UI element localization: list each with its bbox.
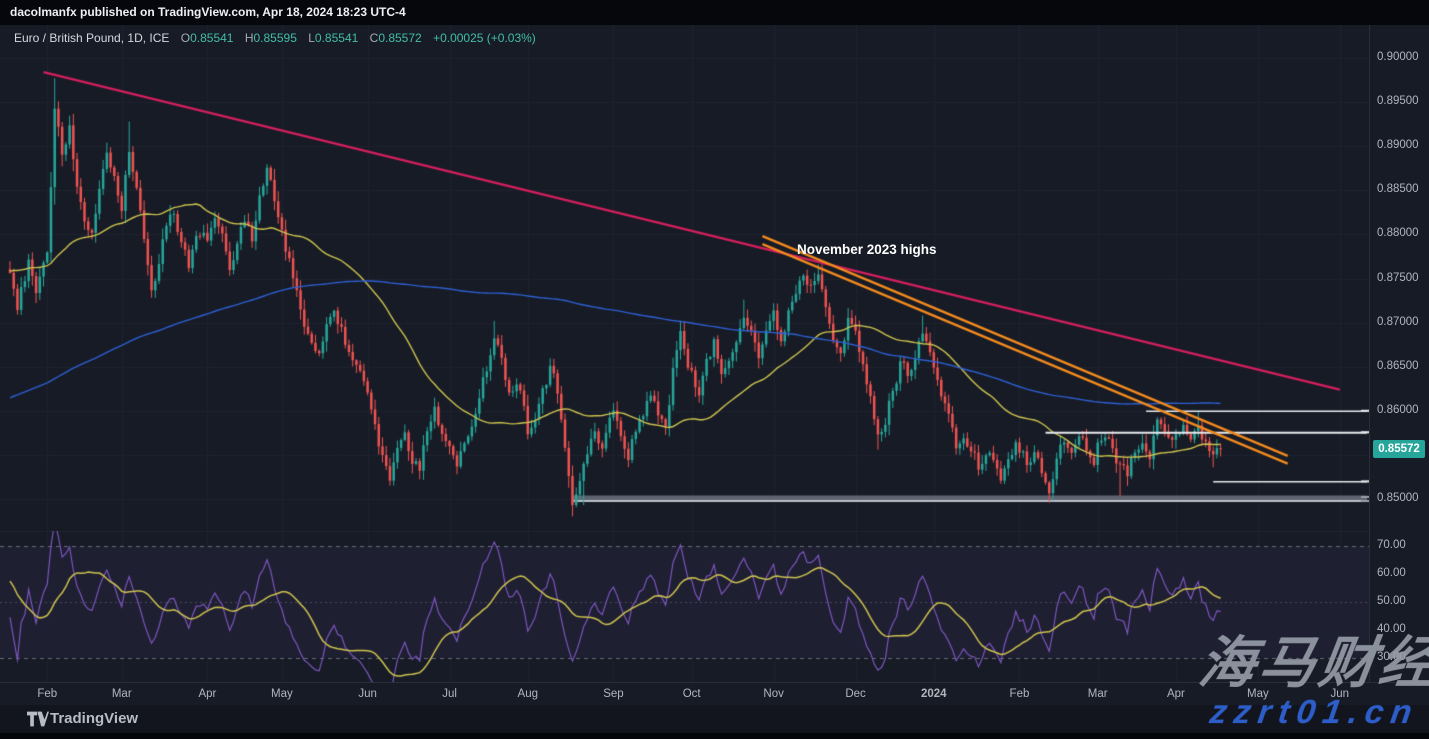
rsi-axis-label: 40.00 bbox=[1377, 623, 1406, 635]
time-axis-label: Mar bbox=[112, 688, 132, 700]
time-axis-label: Feb bbox=[1010, 688, 1030, 700]
price-axis-label: 0.87500 bbox=[1377, 272, 1419, 284]
symbol-header: Euro / British Pound, 1D, ICE O0.85541 H… bbox=[14, 31, 536, 47]
price-chart-canvas[interactable] bbox=[0, 25, 1369, 682]
time-axis-label: Jul bbox=[442, 688, 457, 700]
time-axis-label: Dec bbox=[845, 688, 865, 700]
low-label: L bbox=[308, 31, 315, 45]
rsi-axis-label: 50.00 bbox=[1377, 595, 1406, 607]
bottom-strip bbox=[0, 733, 1429, 739]
symbol-title[interactable]: Euro / British Pound, 1D, ICE bbox=[14, 31, 169, 45]
high-label: H bbox=[245, 31, 254, 45]
time-axis-label: Apr bbox=[198, 688, 216, 700]
price-axis-label: 0.86000 bbox=[1377, 404, 1419, 416]
change-value: +0.00025 (+0.03%) bbox=[433, 31, 536, 45]
price-axis-label: 0.89500 bbox=[1377, 95, 1419, 107]
open-value: 0.85541 bbox=[190, 31, 233, 45]
published-info-bar: dacolmanfx published on TradingView.com,… bbox=[0, 0, 1429, 25]
price-axis-label: 0.90000 bbox=[1377, 51, 1419, 63]
time-axis-label: Mar bbox=[1088, 688, 1108, 700]
low-value: 0.85541 bbox=[315, 31, 358, 45]
time-axis-label: Oct bbox=[683, 688, 701, 700]
time-axis-label: Jun bbox=[1331, 688, 1350, 700]
rsi-axis-label: 70.00 bbox=[1377, 539, 1406, 551]
price-axis-label: 0.87000 bbox=[1377, 316, 1419, 328]
time-axis-label: Jun bbox=[358, 688, 377, 700]
rsi-axis-label: 30.00 bbox=[1377, 651, 1406, 663]
price-axis-label: 0.86500 bbox=[1377, 360, 1419, 372]
rsi-axis-label: 60.00 bbox=[1377, 567, 1406, 579]
chart-annotation[interactable]: November 2023 highs bbox=[797, 242, 937, 257]
tradingview-logo-text[interactable]: TradingView bbox=[50, 710, 138, 727]
price-axis-label: 0.88000 bbox=[1377, 227, 1419, 239]
price-scale[interactable]: 0.85572 0.90000 0.89500 0.89000 0.88500 0.88… bbox=[1369, 25, 1429, 682]
time-scale[interactable]: Feb Mar Apr May Jun Jul Aug Sep Oct Nov Dec 2024 Feb… bbox=[0, 682, 1429, 706]
tradingview-logo-icon[interactable] bbox=[27, 711, 49, 727]
footer-bar: TradingView bbox=[0, 705, 1429, 733]
last-price-badge: 0.85572 bbox=[1373, 440, 1425, 458]
time-axis-label: Sep bbox=[603, 688, 623, 700]
high-value: 0.85595 bbox=[254, 31, 297, 45]
price-axis-label: 0.85000 bbox=[1377, 492, 1419, 504]
time-axis-label: May bbox=[271, 688, 293, 700]
time-axis-label: Aug bbox=[518, 688, 538, 700]
open-label: O bbox=[181, 31, 190, 45]
time-axis-label: 2024 bbox=[921, 688, 947, 700]
time-axis-label: Feb bbox=[37, 688, 57, 700]
time-axis-label: Nov bbox=[763, 688, 783, 700]
close-value: 0.85572 bbox=[378, 31, 421, 45]
price-axis-label: 0.88500 bbox=[1377, 183, 1419, 195]
time-axis-label: Apr bbox=[1167, 688, 1185, 700]
time-axis-label: May bbox=[1247, 688, 1269, 700]
tradingview-snapshot: dacolmanfx published on TradingView.com,… bbox=[0, 0, 1429, 739]
price-axis-label: 0.89000 bbox=[1377, 139, 1419, 151]
